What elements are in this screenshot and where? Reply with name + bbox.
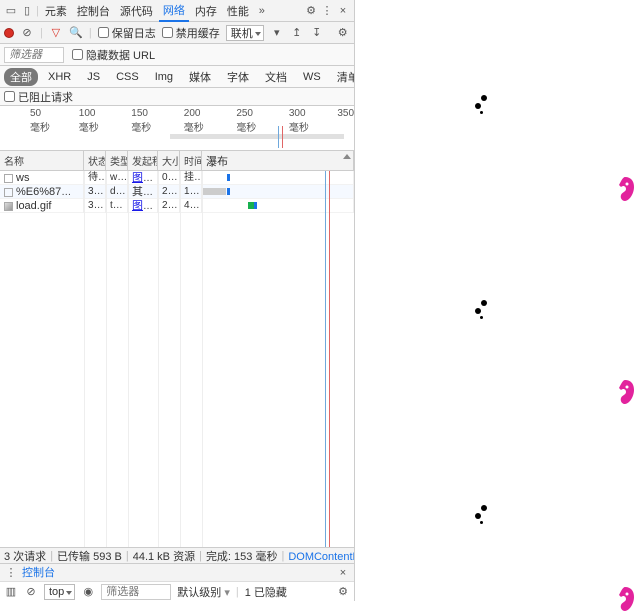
- network-settings-icon[interactable]: ⚙: [336, 26, 350, 40]
- col-initiator[interactable]: 发起程序: [128, 151, 158, 170]
- settings-icon[interactable]: ⚙: [304, 4, 318, 18]
- context-select[interactable]: top: [44, 584, 75, 600]
- table-row[interactable]: %E6%87%92%E… 304 do… 其他 29… 17 …: [0, 185, 354, 199]
- timeline-overview[interactable]: 50 毫秒 100 毫秒 150 毫秒 200 毫秒 250 毫秒 300 毫秒…: [0, 106, 354, 151]
- col-waterfall[interactable]: 瀑布: [202, 151, 354, 170]
- page-content: [355, 0, 640, 601]
- type-ws[interactable]: WS: [297, 70, 327, 84]
- download-icon[interactable]: ↧: [310, 26, 324, 40]
- search-icon[interactable]: 🔍: [69, 26, 83, 40]
- network-toolbar: ⊘ | ▽ 🔍 | 保留日志 禁用缓存 联机 ▾ ↥ ↧ ⚙: [0, 22, 354, 44]
- tab-elements[interactable]: 元素: [41, 1, 71, 21]
- filter-bar: 隐藏数据 URL: [0, 44, 354, 66]
- col-type[interactable]: 类型: [106, 151, 128, 170]
- network-table-header: 名称 状态 类型 发起程序 大小 时间 瀑布: [0, 151, 354, 171]
- main-toolbar: ▭ ▯ | 元素 控制台 源代码 网络 内存 性能 » ⚙ ⋮ ×: [0, 0, 354, 22]
- hidden-count: 1 已隐藏: [245, 584, 287, 600]
- more-tabs-icon[interactable]: »: [255, 4, 269, 18]
- network-rows: ws 待… we… 图加载… 0 B 挂起 %E6%87%92%E… 304 d…: [0, 171, 354, 547]
- preserve-log-checkbox[interactable]: 保留日志: [98, 25, 156, 41]
- record-icon[interactable]: [4, 28, 14, 38]
- device-icon[interactable]: ▯: [20, 4, 34, 18]
- tab-performance[interactable]: 性能: [223, 1, 253, 21]
- type-xhr[interactable]: XHR: [42, 70, 77, 84]
- close-devtools-icon[interactable]: ×: [336, 4, 350, 18]
- type-all[interactable]: 全部: [4, 68, 38, 86]
- type-css[interactable]: CSS: [110, 70, 145, 84]
- item-logo-icon: [614, 378, 636, 409]
- tab-memory[interactable]: 内存: [191, 1, 221, 21]
- filter-input[interactable]: [4, 47, 64, 63]
- throttle-caret-icon[interactable]: ▾: [270, 26, 284, 40]
- type-js[interactable]: JS: [81, 70, 106, 84]
- console-clear-icon[interactable]: ⊘: [24, 585, 38, 599]
- col-name[interactable]: 名称: [0, 151, 84, 170]
- file-icon: [4, 174, 13, 183]
- throttling-select[interactable]: 联机: [226, 25, 264, 41]
- file-icon: [4, 188, 13, 197]
- col-time[interactable]: 时间: [180, 151, 202, 170]
- drawer-menu-icon[interactable]: ⋮: [4, 566, 18, 580]
- hide-data-url-checkbox[interactable]: 隐藏数据 URL: [72, 47, 155, 63]
- image-icon: [4, 202, 13, 211]
- inspect-icon[interactable]: ▭: [4, 4, 18, 18]
- type-doc[interactable]: 文档: [259, 68, 293, 86]
- upload-icon[interactable]: ↥: [290, 26, 304, 40]
- blocked-requests-row: 已阻止请求: [0, 88, 354, 106]
- table-row[interactable]: ws 待… we… 图加载… 0 B 挂起: [0, 171, 354, 185]
- blocked-requests-checkbox[interactable]: 已阻止请求: [4, 89, 73, 105]
- col-status[interactable]: 状态: [84, 151, 106, 170]
- live-expression-icon[interactable]: ◉: [81, 585, 95, 599]
- tab-sources[interactable]: 源代码: [116, 1, 157, 21]
- sort-asc-icon: [343, 154, 351, 159]
- tab-console[interactable]: 控制台: [73, 1, 114, 21]
- drawer-close-icon[interactable]: ×: [336, 566, 350, 580]
- menu-icon[interactable]: ⋮: [320, 4, 334, 18]
- type-manifest[interactable]: 清单: [331, 68, 354, 86]
- disable-cache-checkbox[interactable]: 禁用缓存: [162, 25, 220, 41]
- type-img[interactable]: Img: [149, 70, 179, 84]
- tab-network[interactable]: 网络: [159, 0, 189, 22]
- type-font[interactable]: 字体: [221, 68, 255, 86]
- item-logo-icon: [614, 175, 636, 206]
- drawer-header: ⋮ 控制台 ×: [0, 563, 354, 581]
- clear-icon[interactable]: ⊘: [20, 26, 34, 40]
- type-media[interactable]: 媒体: [183, 68, 217, 86]
- col-size[interactable]: 大小: [158, 151, 180, 170]
- console-settings-icon[interactable]: ⚙: [336, 585, 350, 599]
- log-level-select[interactable]: 默认级别 ▾: [177, 584, 230, 600]
- console-filter-input[interactable]: [101, 584, 171, 600]
- filter-icon[interactable]: ▽: [49, 26, 63, 40]
- table-row[interactable]: load.gif 304 tex… 图加载… 29… 4 …: [0, 199, 354, 213]
- type-filter-row: 全部 XHR JS CSS Img 媒体 字体 文档 WS 清单 其他 已阻止 …: [0, 66, 354, 88]
- console-toolbar: ▥ ⊘ top ◉ 默认级别 ▾ | 1 已隐藏 ⚙: [0, 581, 354, 601]
- console-sidebar-icon[interactable]: ▥: [4, 585, 18, 599]
